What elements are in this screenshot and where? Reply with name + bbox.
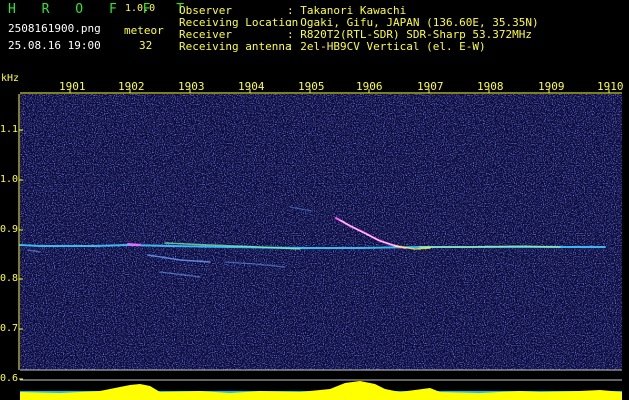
top-axis bbox=[20, 89, 622, 94]
noise-field bbox=[20, 94, 622, 370]
level-meter bbox=[20, 381, 622, 400]
baseline-frame bbox=[20, 369, 622, 381]
spectrogram-plot bbox=[18, 89, 622, 400]
